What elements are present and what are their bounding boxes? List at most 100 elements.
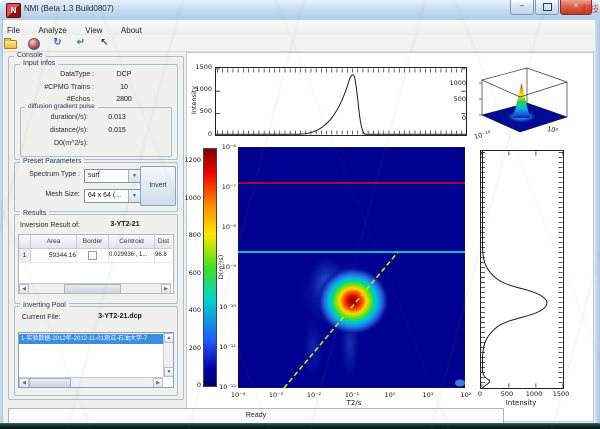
ytick-label: 0 [188,130,212,138]
datatype-value: DCP [96,71,152,78]
watermark-text: 科技 [582,2,598,15]
scroll-right-icon[interactable]: ▶ [161,284,171,294]
xtick-label: 10⁻³ [263,391,289,399]
cpmg-trains-label: #CPMG Trains : [20,84,94,91]
dist-header[interactable]: Dist [155,235,172,249]
xtick-label: 1500 [549,390,573,398]
ytick-label: 1500 [188,63,212,71]
app-icon: N [6,3,21,18]
scroll-down-icon[interactable]: ▼ [164,367,174,377]
dist-cell: 96.8 [155,249,172,263]
corner-smudge [455,380,465,387]
ytick-label: 10⁻⁷ [212,183,236,191]
chevron-down-icon[interactable]: ▼ [128,190,140,202]
axis-label-intensity-right: Intensity [493,399,549,407]
invert-button[interactable]: Invert [140,166,176,206]
list-item-selected[interactable]: 1-实验数据-2012年-2012-11-01测试-石油大学-7 [19,334,163,344]
menu-analyze[interactable]: Analyze [31,24,73,35]
border-cell [77,249,109,263]
xtick-label: 1000 [522,390,546,398]
minimize-button[interactable]: – [510,0,534,15]
xtick-label: 10¹ [415,391,441,399]
sphere-button[interactable] [25,36,42,50]
colorbar-tick: 0 [180,381,201,389]
colorbar-tick: 400 [180,306,201,314]
d-projection-axes [480,150,564,389]
spectrum-type-select[interactable]: surf ▼ [84,169,141,183]
axis-label-intensity-top: Intensity [190,86,198,114]
datatype-label: DataType : [20,71,94,78]
xtick-label: 10⁻¹ [339,391,365,399]
current-file-value: 3-YT2-21.dcp [80,313,160,320]
heatmap-plot [238,147,465,388]
list-hscrollbar[interactable]: ◀ ▶ [19,377,163,387]
maximize-button[interactable] [535,0,559,15]
table-hscrollbar[interactable]: ◀ ▶ [19,283,171,293]
box-top [482,68,567,97]
xtick-label: 10⁻² [301,391,327,399]
title-bar[interactable]: N NMI (Beta 1.3 Build0807) – × [0,0,600,21]
echos-value: 2800 [96,96,152,103]
t2-projection-axes [215,67,467,136]
inverting-pool-title: Inverting Pool [20,302,69,309]
open-folder-button[interactable] [2,36,19,50]
ytick-label: 10⁻⁹ [212,263,236,271]
menu-about[interactable]: About [114,24,149,35]
duration-value: 0.013 [92,114,142,121]
menu-view[interactable]: View [78,24,109,35]
scroll-thumb[interactable] [29,378,71,388]
chevron-down-icon[interactable]: ▼ [128,170,140,182]
xtick-label: 500 [495,390,519,398]
colorbar-tick: 200 [180,344,201,352]
t2-distribution-curve [216,75,466,135]
border-checkbox[interactable] [88,251,97,260]
blob-streak [301,313,325,381]
preset-group-title: Preset Parameters [20,158,84,165]
results-table: Area Border Centroid Dist 1 59344.16 0.0… [18,234,174,294]
centroid-header[interactable]: Centroid [109,235,155,249]
heatmap-peak-blob [317,267,389,335]
scroll-left-icon[interactable]: ◀ [19,284,29,294]
status-bar: Ready [8,408,504,424]
ztick-label: 1000 [444,79,466,87]
window-border-bottom [0,423,600,429]
inversion-result-value: 3-YT2-21 [90,221,160,228]
diffusion-group-title: diffusion gradient pulse [25,103,98,110]
scroll-up-icon[interactable]: ▲ [164,333,174,343]
menu-bar: File Analyze View About [0,20,600,36]
menu-file[interactable]: File [0,24,27,35]
sphere-icon [28,38,40,50]
colorbar-tick: 1200 [180,156,201,164]
current-file-label: Current File: [22,314,61,321]
window-controls: – × [509,0,592,15]
area-cell: 59344.16 [31,249,77,263]
d0-label: D0(m^2/s): [24,140,88,147]
distance-value: 0.015 [92,127,142,134]
ztick-label: 500 [444,95,466,103]
centroid-cell: 0.029936 , 1... [109,249,155,263]
scroll-left-icon[interactable]: ◀ [19,378,29,388]
corner-header [19,235,31,249]
area-header[interactable]: Area [31,235,77,249]
refresh-button[interactable]: ↻ [49,36,66,50]
window-border-right [595,20,600,423]
console-group-title: Console [14,52,46,59]
cursor-button[interactable]: ↖ [96,36,113,50]
spectrum-type-value: surf [88,172,100,179]
mesh-size-label: Mesh Size: [16,191,80,198]
d-distribution-curve [483,151,548,388]
open-folder-icon [4,40,17,49]
window-border-left [0,20,3,423]
border-header[interactable]: Border [77,235,109,249]
maximize-icon [543,3,552,11]
scroll-thumb[interactable] [64,284,121,294]
list-vscrollbar[interactable]: ▲ ▼ [163,333,173,377]
mesh-size-select[interactable]: 64 x 64 (... ▼ [84,189,141,203]
t2-projection-plot [216,68,466,135]
ytick-label: 10⁻⁸ [212,223,236,231]
scroll-right-icon[interactable]: ▶ [153,378,163,388]
spectrum-type-label: Spectrum Type : [16,171,80,178]
file-listbox[interactable]: 1-实验数据-2012年-2012-11-01测试-石油大学-7 ▲ ▼ ◀ ▶ [18,332,174,388]
import-button[interactable]: ↵ [72,36,89,50]
ztick-label: 0 [444,114,466,122]
